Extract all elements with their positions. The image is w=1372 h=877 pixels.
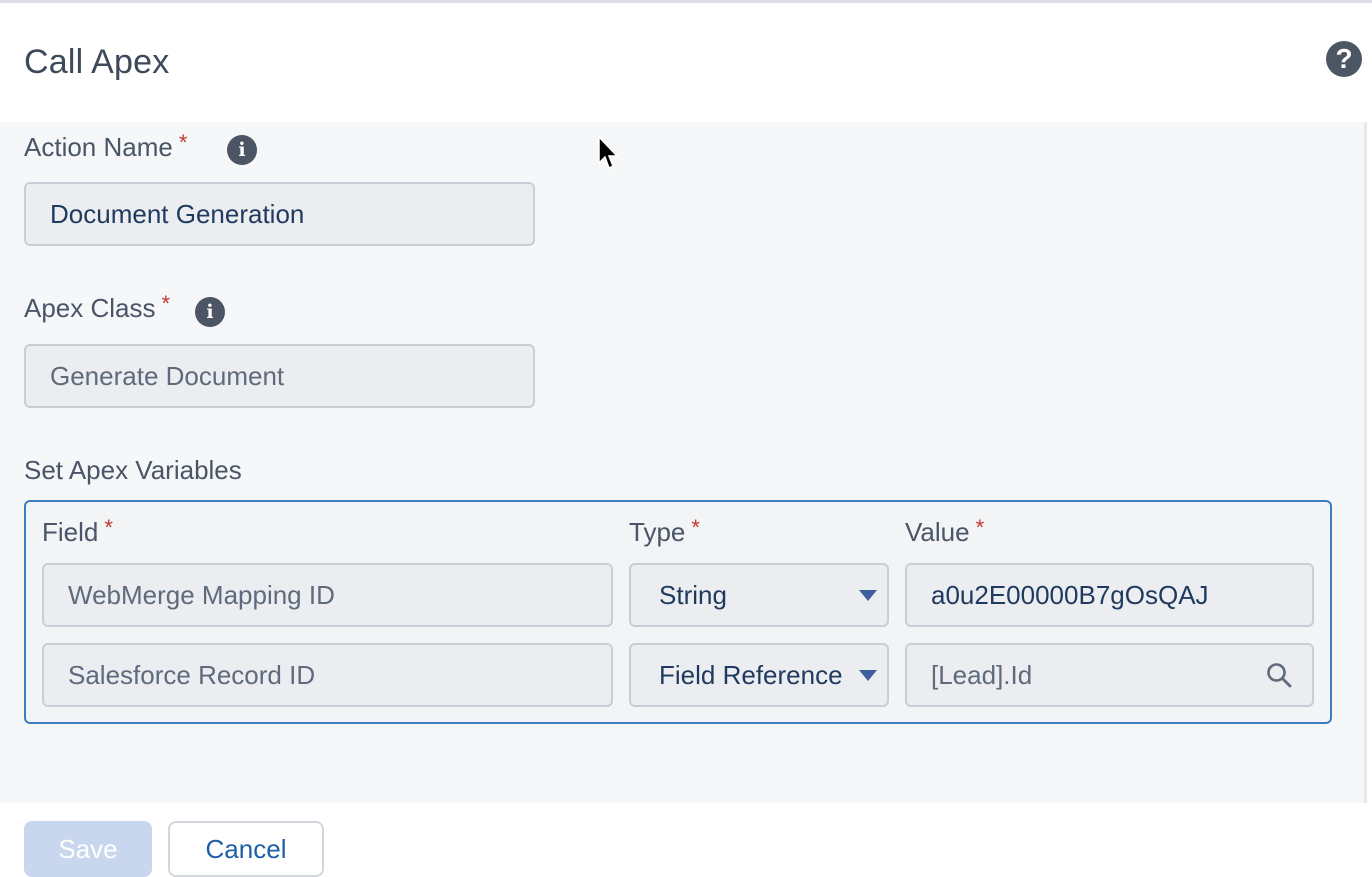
cancel-button[interactable]: Cancel <box>168 821 324 877</box>
info-icon[interactable]: i <box>227 135 257 165</box>
column-header-type: Type * <box>629 515 700 548</box>
chevron-down-icon <box>859 670 877 681</box>
action-name-label: Action Name * <box>24 130 188 163</box>
apex-class-input[interactable]: Generate Document <box>24 344 535 408</box>
apex-class-value: Generate Document <box>50 360 285 391</box>
variable-type-select[interactable]: String <box>629 563 889 627</box>
variable-field-value: Salesforce Record ID <box>68 659 316 690</box>
save-button[interactable]: Save <box>24 821 152 877</box>
scrollbar-track[interactable] <box>1364 122 1367 803</box>
page-title: Call Apex <box>24 43 170 81</box>
variable-value-input[interactable]: a0u2E00000B7gOsQAJ <box>905 563 1314 627</box>
variable-field-input[interactable]: Salesforce Record ID <box>42 643 613 707</box>
search-icon[interactable] <box>1266 662 1292 688</box>
column-header-field: Field * <box>42 515 113 548</box>
variable-value-text: a0u2E00000B7gOsQAJ <box>931 579 1209 610</box>
variable-type-select[interactable]: Field Reference <box>629 643 889 707</box>
variable-field-input[interactable]: WebMerge Mapping ID <box>42 563 613 627</box>
column-header-type-text: Type <box>629 517 686 547</box>
chevron-down-icon <box>859 590 877 601</box>
variable-type-value: Field Reference <box>659 659 843 690</box>
action-name-value: Document Generation <box>50 198 305 229</box>
modal-header: Call Apex ? <box>0 3 1372 122</box>
column-header-value-text: Value <box>905 517 970 547</box>
modal-footer: Save Cancel <box>0 803 1372 877</box>
apex-variables-section-label: Set Apex Variables <box>24 455 242 485</box>
mouse-cursor-icon <box>598 136 619 170</box>
column-header-field-text: Field <box>42 517 99 547</box>
required-indicator: * <box>161 291 171 316</box>
help-icon[interactable]: ? <box>1326 41 1362 77</box>
variable-value-lookup[interactable]: [Lead].Id <box>905 643 1314 707</box>
column-header-value: Value * <box>905 515 985 548</box>
variable-value-text: [Lead].Id <box>931 659 1033 690</box>
apex-class-label: Apex Class * <box>24 291 171 324</box>
variable-field-value: WebMerge Mapping ID <box>68 579 335 610</box>
info-icon[interactable]: i <box>195 297 225 327</box>
required-indicator: * <box>104 515 113 540</box>
required-indicator: * <box>178 130 188 155</box>
apex-class-label-text: Apex Class <box>24 293 156 323</box>
action-name-label-text: Action Name <box>24 132 173 162</box>
required-indicator: * <box>691 515 700 540</box>
action-name-input[interactable]: Document Generation <box>24 182 535 246</box>
apex-variables-table: Field * Type * Value * WebMerge Mapping ID … <box>24 500 1332 724</box>
variable-type-value: String <box>659 579 727 610</box>
required-indicator: * <box>975 515 985 540</box>
